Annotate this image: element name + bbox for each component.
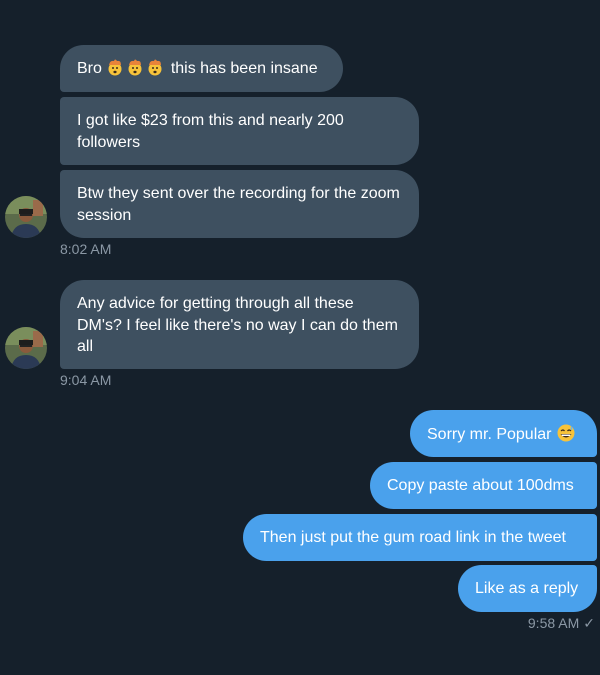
- message-timestamp: 9:04 AM: [60, 372, 112, 388]
- message-text: Then just put the gum road link in the t…: [260, 529, 566, 546]
- message-text: Copy paste about 100dms: [387, 477, 574, 494]
- message-text: Btw they sent over the recording for the…: [77, 185, 400, 224]
- avatar[interactable]: [5, 196, 47, 238]
- incoming-message[interactable]: Bro this has been insane: [60, 45, 343, 92]
- outgoing-message[interactable]: Sorry mr. Popular: [410, 410, 597, 457]
- check-icon: ✓: [583, 615, 595, 631]
- exploding-head-emoji: [106, 58, 124, 76]
- avatar[interactable]: [5, 327, 47, 369]
- message-text: Bro: [77, 60, 102, 77]
- grinning-sweat-emoji: [556, 423, 576, 443]
- outgoing-message[interactable]: Like as a reply: [458, 565, 597, 612]
- incoming-message[interactable]: I got like $23 from this and nearly 200 …: [60, 97, 419, 165]
- dm-conversation: Bro this has been insane I got like $23 …: [0, 0, 600, 675]
- exploding-head-emoji: [146, 58, 164, 76]
- incoming-message[interactable]: Btw they sent over the recording for the…: [60, 170, 419, 238]
- timestamp-text: 9:58 AM: [527, 615, 580, 631]
- message-timestamp: 9:58 AM ✓: [528, 615, 595, 632]
- message-text: Any advice for getting through all these…: [77, 295, 398, 355]
- outgoing-message[interactable]: Then just put the gum road link in the t…: [243, 514, 597, 561]
- exploding-head-emoji: [126, 58, 144, 76]
- message-text: Like as a reply: [475, 580, 579, 597]
- message-text: I got like $23 from this and nearly 200 …: [77, 112, 344, 151]
- message-text: Sorry mr. Popular: [427, 426, 552, 443]
- incoming-message[interactable]: Any advice for getting through all these…: [60, 280, 419, 369]
- outgoing-message[interactable]: Copy paste about 100dms: [370, 462, 597, 509]
- message-text: this has been insane: [170, 60, 318, 77]
- message-timestamp: 8:02 AM: [60, 241, 112, 257]
